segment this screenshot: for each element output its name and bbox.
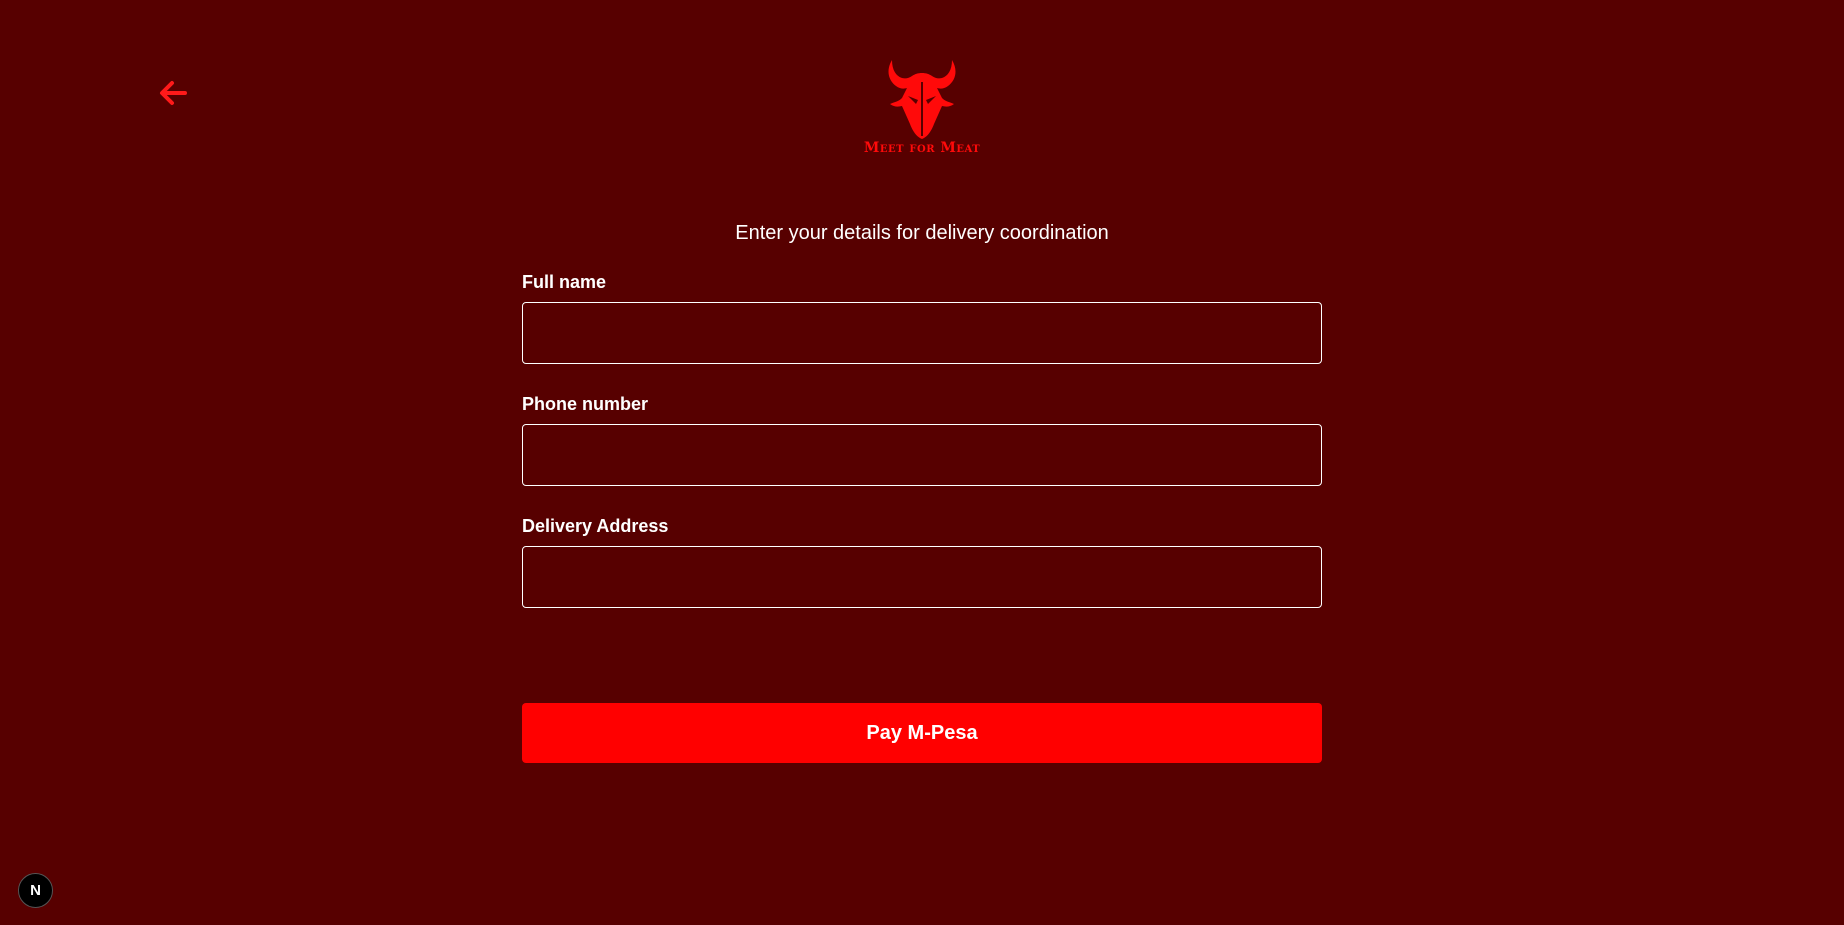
back-button[interactable] [156,76,190,110]
delivery-form: Full name Phone number Delivery Address [522,270,1322,636]
delivery-details-page: Meet for Meat Enter your details for del… [0,0,1844,925]
arrow-left-icon [160,81,187,105]
delivery-address-field-group: Delivery Address [522,514,1322,608]
bull-head-icon [888,60,956,139]
phone-number-input[interactable] [522,424,1322,486]
phone-number-label: Phone number [522,394,649,414]
brand-name: Meet for Meat [863,140,981,156]
brand-logo: Meet for Meat [822,58,1022,164]
full-name-label: Full name [522,272,607,292]
phone-number-field-group: Phone number [522,392,1322,486]
nextjs-dev-badge[interactable]: N [18,873,53,908]
pay-mpesa-button[interactable]: Pay M-Pesa [522,703,1322,763]
full-name-input[interactable] [522,302,1322,364]
delivery-address-label: Delivery Address [522,516,669,536]
form-subtitle: Enter your details for delivery coordina… [735,222,1109,244]
delivery-address-input[interactable] [522,546,1322,608]
full-name-field-group: Full name [522,270,1322,364]
nextjs-icon: N [30,882,41,899]
